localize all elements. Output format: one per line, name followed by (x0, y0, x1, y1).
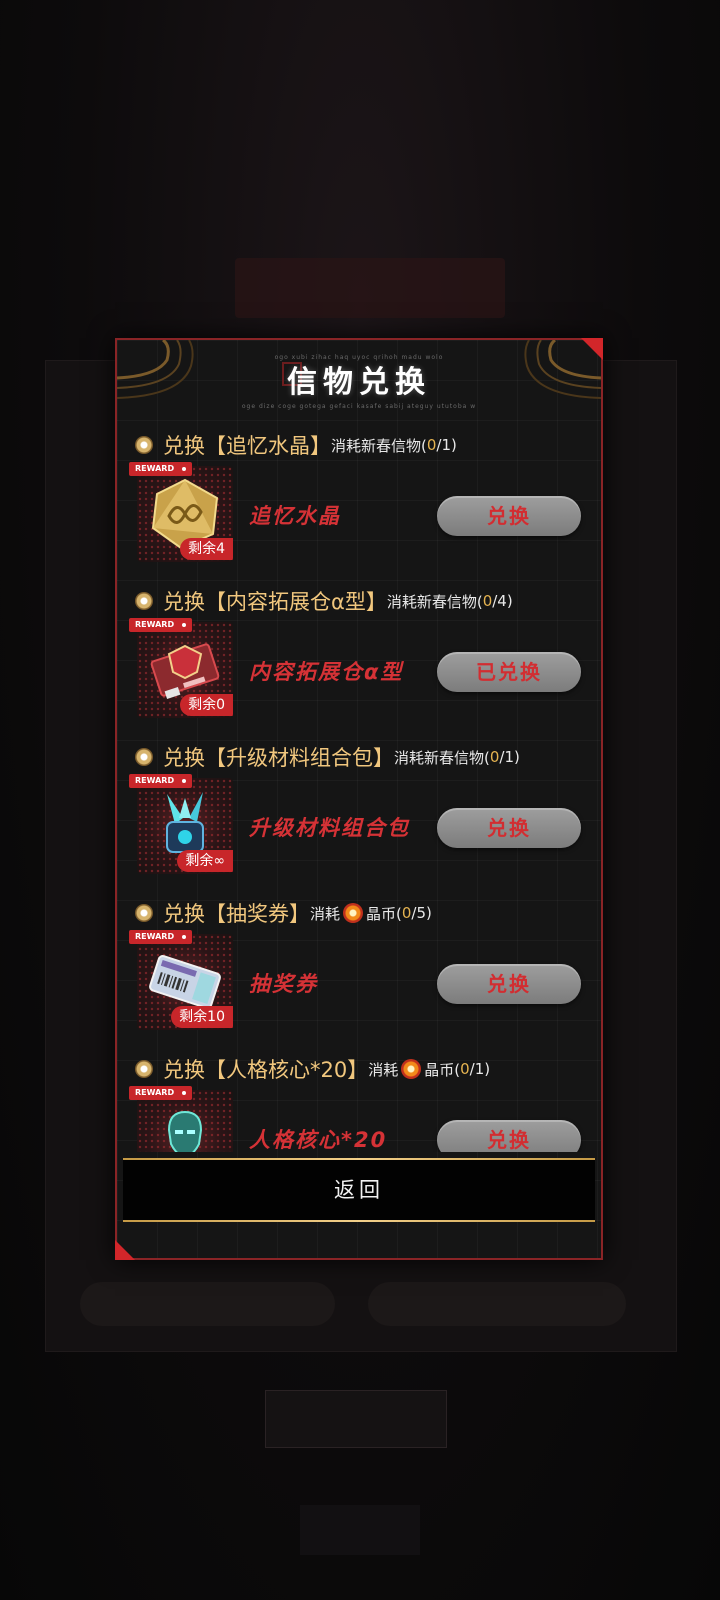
item-display-name: 追忆水晶 (249, 504, 341, 528)
item-bracket-name: 【追忆水晶】 (205, 434, 331, 458)
corner-accent-bottom-left (115, 1240, 135, 1260)
item-display-name: 抽奖券 (249, 972, 318, 996)
cost-count: 0 (489, 748, 500, 766)
cost-text: 消耗新春信物( (331, 436, 427, 455)
item-prefix: 兑换 (163, 1058, 205, 1082)
title-subtitle-top: ogo xubi zihac haq uyoc qrihoh madu wolo (274, 354, 444, 361)
item-thumbnail: 剩余10 (137, 934, 233, 1030)
item-header: 兑换 【人格核心*20】 消耗 晶币(0/1) (135, 1054, 490, 1084)
remaining-badge: 剩余10 (171, 1006, 233, 1028)
item-bracket-name: 【内容拓展仓α型】 (205, 590, 387, 614)
cost-currency: 晶币( (424, 1060, 461, 1079)
exchange-item: 兑换 【追忆水晶】 消耗新春信物(0/1) REWARD 剩余4 追忆水晶 兑换 (117, 420, 601, 576)
persona-core-icon (167, 1110, 203, 1152)
cost-text: 消耗 (310, 904, 341, 923)
background-button-right (368, 1282, 626, 1326)
background-bottom-button (265, 1390, 447, 1448)
item-display-name: 人格核心*20 (249, 1128, 388, 1152)
exchange-item: 兑换 【升级材料组合包】 消耗新春信物(0/1) REWARD 剩余∞ 升级材料… (117, 732, 601, 888)
item-thumbnail: 剩余4 (137, 466, 233, 562)
remaining-badge: 剩余4 (180, 538, 233, 560)
reward-tag: REWARD (129, 774, 193, 788)
exchange-button[interactable]: 兑换 (437, 496, 581, 536)
background-button-left (80, 1282, 335, 1326)
item-cost: 消耗新春信物(0/1) (394, 747, 520, 768)
bullet-icon (135, 904, 153, 922)
exchanged-button[interactable]: 已兑换 (437, 652, 581, 692)
title-subtitle-bottom: oge dize coge gotega gefaci kasafe sabij… (241, 403, 477, 410)
item-prefix: 兑换 (163, 902, 205, 926)
item-prefix: 兑换 (163, 590, 205, 614)
item-display-name: 升级材料组合包 (249, 816, 410, 840)
exchange-button[interactable]: 兑换 (437, 1120, 581, 1152)
item-prefix: 兑换 (163, 746, 205, 770)
item-thumbnail: 剩余∞ (137, 778, 233, 874)
cost-count: 0 (482, 592, 493, 610)
cost-text: 消耗新春信物( (386, 592, 483, 611)
exchange-list[interactable]: 兑换 【追忆水晶】 消耗新春信物(0/1) REWARD 剩余4 追忆水晶 兑换 (117, 420, 601, 1152)
exchange-button[interactable]: 兑换 (437, 964, 581, 1004)
item-header: 兑换 【追忆水晶】 消耗新春信物(0/1) (135, 430, 457, 460)
cost-limit: /4) (492, 592, 513, 610)
remaining-badge: 剩余∞ (177, 850, 233, 872)
cost-limit: /1) (436, 436, 457, 454)
bullet-icon (135, 1060, 153, 1078)
remaining-badge: 剩余0 (180, 694, 233, 716)
exchange-button[interactable]: 兑换 (437, 808, 581, 848)
back-button-frame: 返回 (123, 1158, 595, 1222)
reward-tag: REWARD (129, 1086, 193, 1100)
background-bottom-button-2 (300, 1505, 420, 1555)
cost-text: 消耗 (368, 1060, 399, 1079)
item-cost: 消耗新春信物(0/4) (387, 591, 513, 612)
bullet-icon (135, 592, 153, 610)
item-display-name: 内容拓展仓α型 (249, 660, 404, 684)
cost-count: 0 (401, 904, 412, 922)
item-cost: 消耗 晶币(0/1) (368, 1059, 490, 1080)
item-header: 兑换 【升级材料组合包】 消耗新春信物(0/1) (135, 742, 520, 772)
cost-limit: /5) (411, 904, 432, 922)
item-bracket-name: 【抽奖券】 (205, 902, 310, 926)
cost-count: 0 (460, 1060, 470, 1078)
exchange-dialog: ogo xubi zihac haq uyoc qrihoh madu wolo… (115, 338, 603, 1260)
reward-tag: REWARD (129, 462, 193, 476)
item-header: 兑换 【内容拓展仓α型】 消耗新春信物(0/4) (135, 586, 513, 616)
exchange-item: 兑换 【抽奖券】 消耗 晶币(0/5) REWARD 剩余10 抽奖券 兑换 (117, 888, 601, 1044)
item-cost: 消耗 晶币(0/5) (310, 903, 432, 924)
coin-icon (401, 1059, 422, 1079)
cost-limit: /1) (469, 1060, 491, 1078)
cost-count: 0 (426, 436, 437, 454)
cost-text: 消耗新春信物( (394, 748, 490, 767)
bullet-icon (135, 436, 153, 454)
exchange-item: 兑换 【内容拓展仓α型】 消耗新春信物(0/4) REWARD 剩余0 内容拓展… (117, 576, 601, 732)
cost-currency: 晶币( (366, 904, 402, 923)
dialog-header: ogo xubi zihac haq uyoc qrihoh madu wolo… (117, 354, 601, 410)
back-button[interactable]: 返回 (123, 1160, 595, 1220)
item-prefix: 兑换 (163, 434, 205, 458)
exchange-item: 兑换 【人格核心*20】 消耗 晶币(0/1) REWARD 人格核心*20 兑换 (117, 1044, 601, 1152)
item-bracket-name: 【升级材料组合包】 (205, 746, 394, 770)
background-banner (235, 258, 505, 318)
reward-tag: REWARD (129, 930, 193, 944)
reward-tag: REWARD (129, 618, 193, 632)
coin-icon (343, 903, 364, 923)
bullet-icon (135, 748, 153, 766)
item-thumbnail: 剩余0 (137, 622, 233, 718)
cost-limit: /1) (499, 748, 520, 766)
item-cost: 消耗新春信物(0/1) (331, 435, 457, 456)
item-bracket-name: 【人格核心*20】 (205, 1058, 369, 1082)
item-header: 兑换 【抽奖券】 消耗 晶币(0/5) (135, 898, 432, 928)
dialog-title: 信物兑换 (287, 365, 431, 400)
